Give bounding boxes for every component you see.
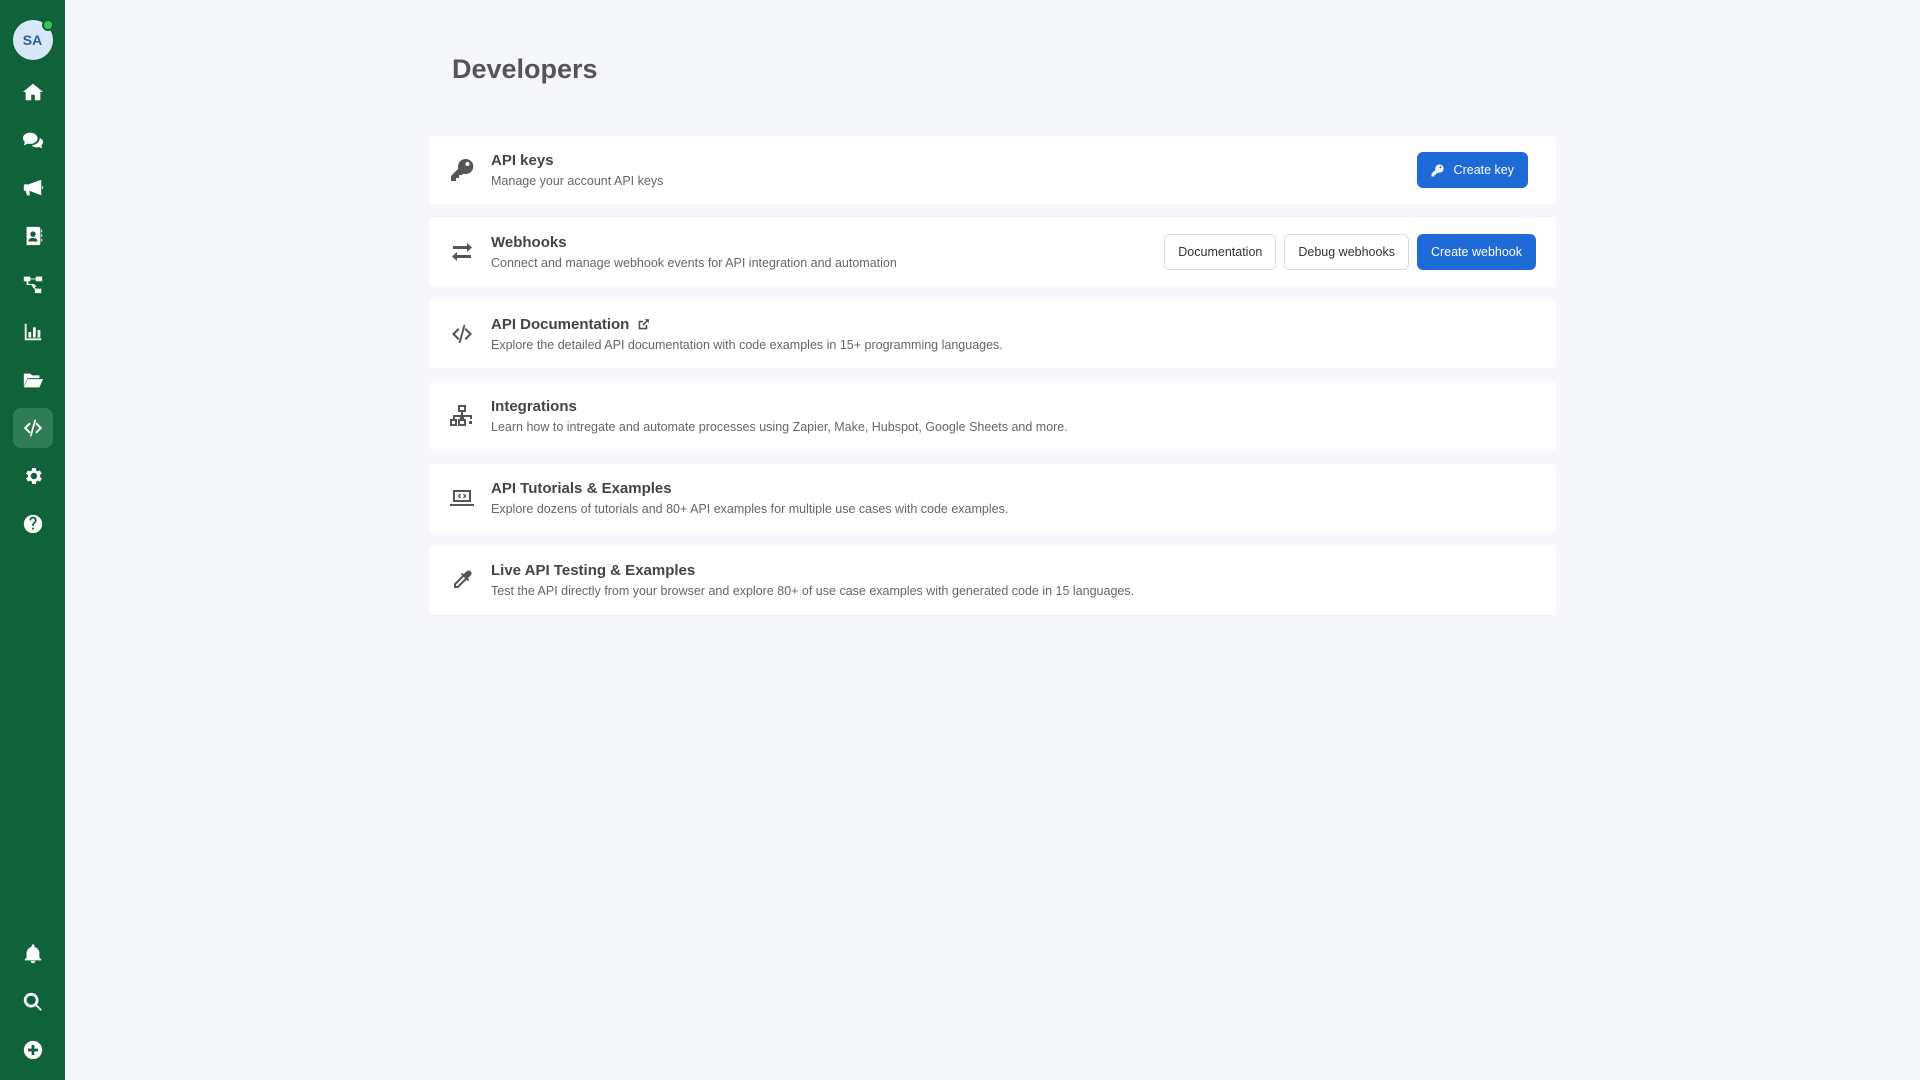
- card-title: Webhooks: [491, 234, 567, 251]
- gear-icon: [25, 468, 42, 484]
- sidebar-item-analytics[interactable]: [13, 312, 53, 352]
- sidebar-bottom: [0, 934, 65, 1070]
- question-icon: [23, 514, 42, 534]
- card-description: Connect and manage webhook events for AP…: [491, 256, 897, 270]
- search-icon: [23, 992, 42, 1011]
- card-text: Integrations Learn how to intregate and …: [491, 398, 1536, 434]
- main-content: Developers API keys Manage your account …: [65, 0, 1920, 1080]
- card-title-row: API Documentation: [491, 316, 1536, 333]
- card-description: Explore dozens of tutorials and 80+ API …: [491, 502, 1009, 516]
- card-text: API Documentation Explore the detailed A…: [491, 316, 1536, 352]
- card-webhooks[interactable]: Webhooks Connect and manage webhook even…: [429, 218, 1556, 286]
- create-webhook-button[interactable]: Create webhook: [1416, 234, 1536, 270]
- card-text: API Tutorials & Examples Explore dozens …: [491, 480, 1536, 516]
- card-text: Live API Testing & Examples Test the API…: [491, 562, 1536, 598]
- card-icon: [449, 403, 475, 429]
- card-actions: Documentation Debug webhooks Create webh…: [1164, 234, 1536, 270]
- flow-icon: [23, 276, 42, 294]
- card-icon: [449, 239, 475, 265]
- debug-webhooks-button[interactable]: Debug webhooks: [1284, 234, 1409, 270]
- card-api-tutorials[interactable]: API Tutorials & Examples Explore dozens …: [429, 464, 1556, 532]
- card-icon: [449, 567, 475, 593]
- card-title: API keys: [491, 152, 554, 169]
- sidebar-item-campaigns[interactable]: [13, 168, 53, 208]
- sidebar-item-search[interactable]: [13, 982, 53, 1022]
- sidebar-item-notifications[interactable]: [13, 934, 53, 974]
- online-status-dot: [41, 19, 54, 31]
- card-actions: Create key: [1416, 152, 1528, 188]
- home-icon: [22, 83, 43, 101]
- code-icon: [452, 325, 472, 343]
- sidebar-item-developers[interactable]: [12, 408, 53, 448]
- avatar[interactable]: SA: [12, 19, 54, 60]
- card-title: API Documentation: [491, 316, 630, 333]
- card-live-api-testing[interactable]: Live API Testing & Examples Test the API…: [429, 546, 1556, 614]
- bell-icon: [24, 944, 41, 964]
- create-key-button[interactable]: Create key: [1416, 152, 1528, 188]
- sidebar-item-settings[interactable]: [13, 456, 53, 496]
- sidebar-item-create[interactable]: [13, 1030, 53, 1070]
- card-description: Learn how to intregate and automate proc…: [491, 420, 1068, 434]
- chart-icon: [24, 323, 41, 341]
- card-api-documentation[interactable]: API Documentation Explore the detailed A…: [429, 300, 1556, 368]
- chat-icon: [22, 132, 43, 149]
- card-description: Test the API directly from your browser …: [491, 584, 1135, 598]
- card-text: Webhooks Connect and manage webhook even…: [491, 234, 1164, 270]
- card-icon: [449, 157, 475, 183]
- card-text: API keys Manage your account API keys: [491, 152, 1417, 188]
- code-icon: [23, 419, 42, 437]
- avatar-initials: SA: [22, 32, 43, 48]
- card-title: Integrations: [491, 398, 577, 415]
- sidebar-item-help[interactable]: [13, 504, 53, 544]
- network-icon: [450, 405, 472, 426]
- card-description: Explore the detailed API documentation w…: [491, 338, 1003, 352]
- megaphone-icon: [23, 179, 43, 196]
- sidebar-nav: [12, 72, 53, 544]
- key-icon: [1431, 164, 1444, 176]
- page-title: Developers: [452, 54, 598, 84]
- external-link-icon: [638, 319, 650, 330]
- card-icon: [449, 485, 475, 511]
- card-api-keys[interactable]: API keys Manage your account API keys Cr…: [429, 136, 1556, 204]
- sidebar: SA: [0, 0, 65, 1080]
- card-title: Live API Testing & Examples: [491, 562, 696, 579]
- sidebar-item-conversations[interactable]: [13, 120, 53, 160]
- folder-open-icon: [23, 373, 43, 388]
- sidebar-item-files[interactable]: [13, 360, 53, 400]
- sidebar-item-contacts[interactable]: [13, 216, 53, 256]
- card-integrations[interactable]: Integrations Learn how to intregate and …: [429, 382, 1556, 450]
- laptop-code-icon: [450, 490, 474, 506]
- plus-circle-icon: [23, 1040, 42, 1060]
- developer-cards: API keys Manage your account API keys Cr…: [429, 136, 1556, 614]
- key-icon: [451, 158, 474, 181]
- eyedropper-icon: [454, 570, 472, 588]
- exchange-arrows-icon: [452, 243, 472, 261]
- create-key-label: Create key: [1453, 163, 1514, 177]
- address-book-icon: [26, 226, 42, 246]
- documentation-button[interactable]: Documentation: [1164, 234, 1277, 270]
- card-icon: [449, 321, 475, 347]
- card-description: Manage your account API keys: [491, 174, 664, 188]
- sidebar-item-home[interactable]: [13, 72, 53, 112]
- card-title: API Tutorials & Examples: [491, 480, 672, 497]
- sidebar-item-flows[interactable]: [13, 264, 53, 304]
